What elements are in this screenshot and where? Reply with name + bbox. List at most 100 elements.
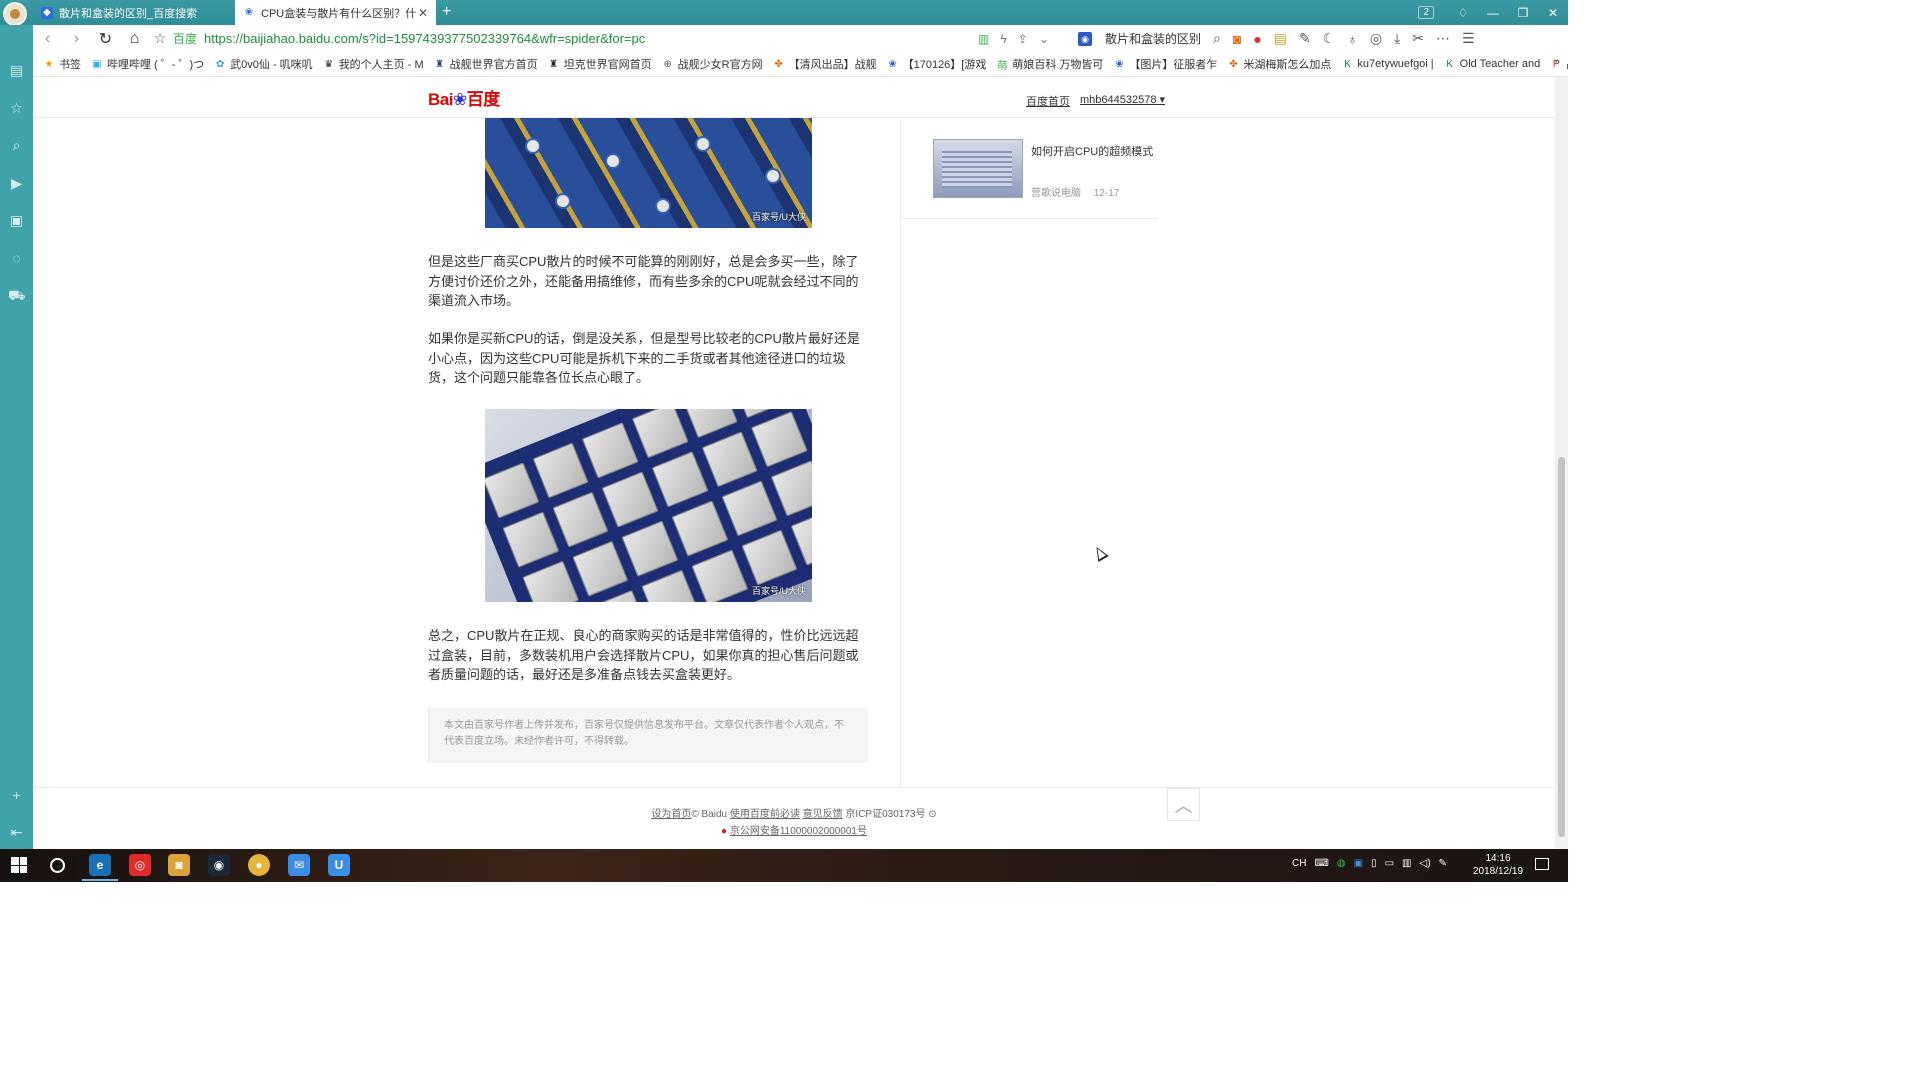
related-thumbnail[interactable] bbox=[933, 139, 1023, 198]
download-icon[interactable]: ⤓ bbox=[1394, 30, 1400, 47]
leaf-icon: ✤ bbox=[774, 58, 783, 70]
share-icon[interactable]: ⇪ bbox=[1018, 32, 1028, 46]
chrome-icon[interactable]: ● bbox=[248, 854, 270, 876]
game-app-icon[interactable]: ◙ bbox=[168, 854, 190, 876]
search-engine-icon[interactable]: ◉ bbox=[1078, 31, 1092, 46]
usb-icon[interactable]: ▭ bbox=[1385, 858, 1394, 869]
weibo-icon[interactable]: ◎ bbox=[1370, 30, 1382, 47]
bookmark-item[interactable]: K Old Teacher and bbox=[1444, 58, 1540, 70]
bookmark-item[interactable]: ❀ 【170126】[游戏 bbox=[887, 56, 986, 72]
close-window-button[interactable]: ✕ bbox=[1538, 6, 1568, 20]
police-badge-icon: ● bbox=[721, 826, 728, 837]
bookmark-item[interactable]: ★ 书签 bbox=[43, 56, 81, 72]
baidu-logo[interactable]: Bai❀百度 bbox=[428, 85, 500, 110]
tab-title: 散片和盒装的区别_百度搜索 bbox=[59, 7, 198, 20]
favorites-icon[interactable]: ☆ bbox=[8, 100, 25, 117]
related-title[interactable]: 如何开启CPU的超频模式 bbox=[1031, 144, 1156, 160]
adblock-icon[interactable]: ● bbox=[1253, 31, 1261, 47]
set-home-link[interactable]: 设为首页 bbox=[651, 809, 691, 820]
extension-icon[interactable]: ✎ bbox=[1299, 30, 1311, 47]
bookmark-item[interactable]: ✤ 米湖梅斯怎么加点 bbox=[1227, 56, 1331, 72]
uu-accelerator-icon[interactable]: U bbox=[328, 854, 350, 876]
feedback-link[interactable]: 意见反馈 bbox=[803, 809, 843, 820]
more-icon[interactable]: ⋯ bbox=[1436, 30, 1450, 47]
mail-icon[interactable]: ✉ bbox=[288, 854, 310, 876]
live-icon[interactable]: ▣ bbox=[8, 212, 25, 229]
url-input[interactable]: https://baijiahao.baidu.com/s?id=1597439… bbox=[204, 31, 645, 46]
cart-icon[interactable]: ⛟ bbox=[8, 287, 26, 304]
related-date: 12-17 bbox=[1093, 188, 1120, 199]
reload-button[interactable]: ↻ bbox=[91, 29, 120, 49]
notification-icon[interactable] bbox=[1535, 858, 1549, 870]
battery-icon[interactable]: ▯ bbox=[1371, 858, 1377, 869]
bookmark-item[interactable]: ✤ 【清风出品】战舰 bbox=[773, 56, 876, 72]
police-record-link[interactable]: 京公网安备11000002000001号 bbox=[730, 826, 867, 837]
close-icon[interactable]: ✕ bbox=[416, 6, 430, 20]
new-tab-button[interactable]: + bbox=[442, 3, 451, 21]
tab-search[interactable]: ◆ 散片和盒装的区别_百度搜索 bbox=[33, 0, 235, 25]
browser-taskbar-icon[interactable]: e bbox=[82, 854, 118, 881]
scroll-thumb[interactable] bbox=[1558, 457, 1565, 837]
bookmark-item[interactable]: ♜ 坦克世界官网首页 bbox=[548, 56, 651, 72]
shield-icon[interactable]: ▣ bbox=[1354, 858, 1363, 869]
lightning-icon[interactable]: ϟ bbox=[1000, 32, 1006, 46]
bookmark-item[interactable]: ♜ 战舰世界官方首页 bbox=[434, 56, 537, 72]
screenshot-icon[interactable]: ✂ bbox=[1412, 30, 1424, 47]
site-footer: 设为首页© Baidu 使用百度前必读 意见反馈 京ICP证030173号 ⊙ … bbox=[33, 806, 1555, 840]
bookmark-item[interactable]: ✿ 武0v0仙 - 叽咪叽 bbox=[214, 56, 313, 72]
page-scrollbar[interactable] bbox=[1555, 77, 1568, 849]
baidu-home-link[interactable]: 百度首页 bbox=[1026, 93, 1070, 109]
bookmark-star-icon[interactable]: ☆ bbox=[151, 30, 169, 47]
home-button[interactable]: ⌂ bbox=[120, 30, 149, 48]
search-box[interactable]: ◉ 散片和盒装的区别 bbox=[1078, 30, 1201, 47]
tab-article[interactable]: ❀ CPU盒装与散片有什么区别？什么是 ✕ bbox=[235, 0, 436, 25]
skin-icon[interactable]: ♢ bbox=[1448, 6, 1478, 20]
windows-start-icon[interactable] bbox=[11, 857, 27, 873]
bookmark-item[interactable]: Kku7etywuefgoi | bbox=[1341, 58, 1434, 70]
bookmarks-overflow-icon[interactable]: » bbox=[1554, 56, 1560, 68]
cortana-icon[interactable] bbox=[50, 858, 65, 873]
reader-icon[interactable]: ▤ bbox=[8, 62, 25, 79]
search-icon[interactable]: ⌕ bbox=[8, 137, 25, 154]
menu-icon[interactable]: ☰ bbox=[1462, 30, 1475, 47]
bookmark-item[interactable]: ❀ 【图片】征服者乍 bbox=[1113, 56, 1217, 72]
minimize-button[interactable]: — bbox=[1478, 6, 1508, 20]
forward-button[interactable]: › bbox=[62, 30, 91, 48]
notes-icon[interactable]: ▤ bbox=[1274, 30, 1287, 47]
bookmark-item[interactable]: 萌萌娘百科 万物皆可 bbox=[996, 56, 1103, 72]
toolbar-icons: ⌕ ◙ ● ▤ ✎ ☾ ♁ ◎ ⤓ ✂ ⋯ ☰ bbox=[1213, 30, 1475, 47]
volume-icon[interactable]: ◁) bbox=[1420, 858, 1431, 869]
back-button[interactable]: ‹ bbox=[33, 30, 62, 48]
steam-icon[interactable]: ◉ bbox=[208, 854, 230, 876]
must-read-link[interactable]: 使用百度前必读 bbox=[730, 809, 800, 820]
add-icon[interactable]: + bbox=[8, 787, 25, 804]
reader-mode-icon[interactable]: ▥ bbox=[978, 32, 989, 46]
network-icon[interactable]: ▥ bbox=[1402, 858, 1411, 869]
pen-icon[interactable]: ✎ bbox=[1439, 858, 1447, 869]
chevron-down-icon[interactable]: ⌄ bbox=[1039, 32, 1049, 46]
keyboard-icon[interactable]: ⌨ bbox=[1314, 858, 1328, 869]
tab-count-badge[interactable]: 2 bbox=[1418, 6, 1434, 19]
browser-logo-icon[interactable] bbox=[3, 2, 27, 26]
search-input[interactable]: 散片和盒装的区别 bbox=[1105, 30, 1201, 47]
bookmark-item[interactable]: ♛ 我的个人主页 - M bbox=[323, 56, 423, 72]
chat-icon[interactable]: ◌ bbox=[8, 250, 25, 267]
bookmark-item[interactable]: ▣ 哔哩哔哩 ( ゜- ゜)つ bbox=[91, 56, 204, 72]
ime-indicator[interactable]: CH bbox=[1292, 858, 1306, 869]
system-clock[interactable]: 14:16 2018/12/19 bbox=[1468, 852, 1528, 878]
netease-music-icon[interactable]: ◎ bbox=[129, 854, 151, 876]
user-menu[interactable]: mhb644532578 ▾ bbox=[1080, 93, 1165, 109]
related-article-card[interactable]: 如何开启CPU的超频模式 营歌说电脑 12-17 bbox=[900, 118, 1158, 219]
bookmark-item[interactable]: ⊕ 战舰少女R官方网 bbox=[662, 56, 762, 72]
search-icon[interactable]: ⌕ bbox=[1213, 30, 1221, 47]
video-icon[interactable]: ▶ bbox=[8, 175, 25, 192]
gamepad-icon[interactable]: ◙ bbox=[1233, 31, 1241, 47]
collapse-icon[interactable]: ⇤ bbox=[8, 824, 25, 841]
restore-button[interactable]: ❐ bbox=[1508, 6, 1538, 20]
bookmarks-bar: ★ 书签 ▣ 哔哩哔哩 ( ゜- ゜)つ ✿ 武0v0仙 - 叽咪叽 ♛ 我的个人主页 … bbox=[33, 52, 1568, 77]
wechat-icon[interactable]: ◍ bbox=[1337, 858, 1346, 869]
bulb-icon[interactable]: ♁ bbox=[1347, 31, 1358, 47]
shield-icon: ♛ bbox=[324, 58, 334, 70]
wows-icon: ♜ bbox=[435, 58, 445, 70]
night-mode-icon[interactable]: ☾ bbox=[1323, 30, 1336, 47]
